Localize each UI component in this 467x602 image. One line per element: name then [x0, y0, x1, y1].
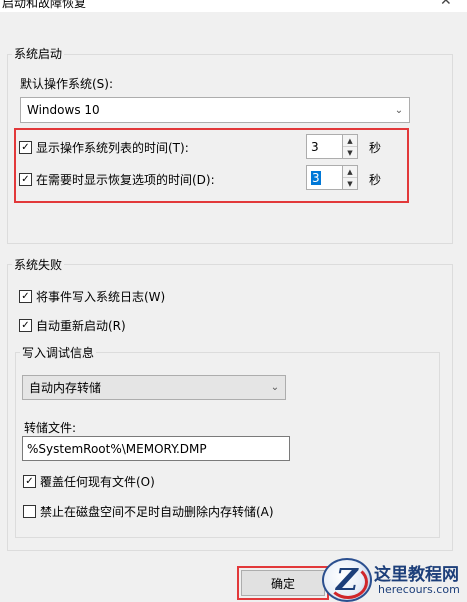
show-recovery-checkbox[interactable]: ✓ [19, 173, 32, 186]
disable-auto-delete-checkbox[interactable] [23, 505, 36, 518]
show-os-list-value[interactable]: 3 [307, 135, 342, 158]
spin-down-icon[interactable]: ▼ [343, 177, 357, 189]
show-recovery-unit: 秒 [369, 173, 382, 187]
disable-auto-delete-option[interactable]: 禁止在磁盘空间不足时自动删除内存转储(A) [23, 503, 274, 520]
startup-group-label: 系统启动 [12, 45, 65, 62]
write-event-log-option[interactable]: ✓ 将事件写入系统日志(W) [19, 288, 165, 305]
default-os-dropdown[interactable]: Windows 10 ⌄ [20, 97, 410, 123]
ok-button[interactable]: 确定 [241, 570, 325, 596]
dump-type-value: 自动内存转储 [29, 381, 102, 395]
spin-up-icon[interactable]: ▲ [343, 135, 357, 146]
overwrite-option[interactable]: ✓ 覆盖任何现有文件(O) [23, 473, 155, 490]
dump-file-label: 转储文件: [24, 421, 77, 435]
failure-group-label: 系统失败 [12, 256, 65, 273]
watermark-title: 这里教程网 [374, 565, 459, 585]
close-icon[interactable]: ✕ [440, 0, 452, 9]
dump-file-input[interactable]: %SystemRoot%\MEMORY.DMP [22, 436, 290, 461]
default-os-value: Windows 10 [27, 103, 100, 117]
overwrite-label: 覆盖任何现有文件(O) [40, 475, 155, 489]
show-recovery-option[interactable]: ✓ 在需要时显示恢复选项的时间(D): [19, 171, 215, 188]
disable-auto-delete-label: 禁止在磁盘空间不足时自动删除内存转储(A) [40, 505, 274, 519]
chevron-down-icon: ⌄ [270, 382, 280, 393]
show-os-list-stepper[interactable]: 3 ▲ ▼ [306, 134, 358, 159]
write-event-log-label: 将事件写入系统日志(W) [36, 290, 166, 304]
spin-down-icon[interactable]: ▼ [343, 146, 357, 158]
window-title: 启动和故障恢复 [2, 0, 87, 10]
write-event-log-checkbox[interactable]: ✓ [19, 290, 32, 303]
watermark-url: herecours.com [378, 583, 460, 596]
show-recovery-stepper[interactable]: 3 ▲ ▼ [306, 165, 358, 190]
watermark-ring [328, 565, 368, 599]
debug-info-group-label: 写入调试信息 [20, 344, 97, 361]
show-recovery-value[interactable]: 3 [311, 170, 321, 185]
spin-up-icon[interactable]: ▲ [343, 166, 357, 177]
dump-type-dropdown[interactable]: 自动内存转储 ⌄ [22, 375, 286, 400]
show-os-list-unit: 秒 [369, 141, 382, 155]
chevron-down-icon: ⌄ [394, 104, 404, 116]
show-os-list-option[interactable]: ✓ 显示操作系统列表的时间(T): [19, 139, 189, 156]
auto-restart-label: 自动重新启动(R) [36, 319, 126, 333]
auto-restart-checkbox[interactable]: ✓ [19, 319, 32, 332]
auto-restart-option[interactable]: ✓ 自动重新启动(R) [19, 317, 126, 334]
overwrite-checkbox[interactable]: ✓ [23, 475, 36, 488]
show-os-list-label: 显示操作系统列表的时间(T): [36, 141, 189, 155]
show-recovery-label: 在需要时显示恢复选项的时间(D): [36, 173, 215, 187]
show-os-list-checkbox[interactable]: ✓ [19, 141, 32, 154]
default-os-label: 默认操作系统(S): [20, 77, 114, 91]
